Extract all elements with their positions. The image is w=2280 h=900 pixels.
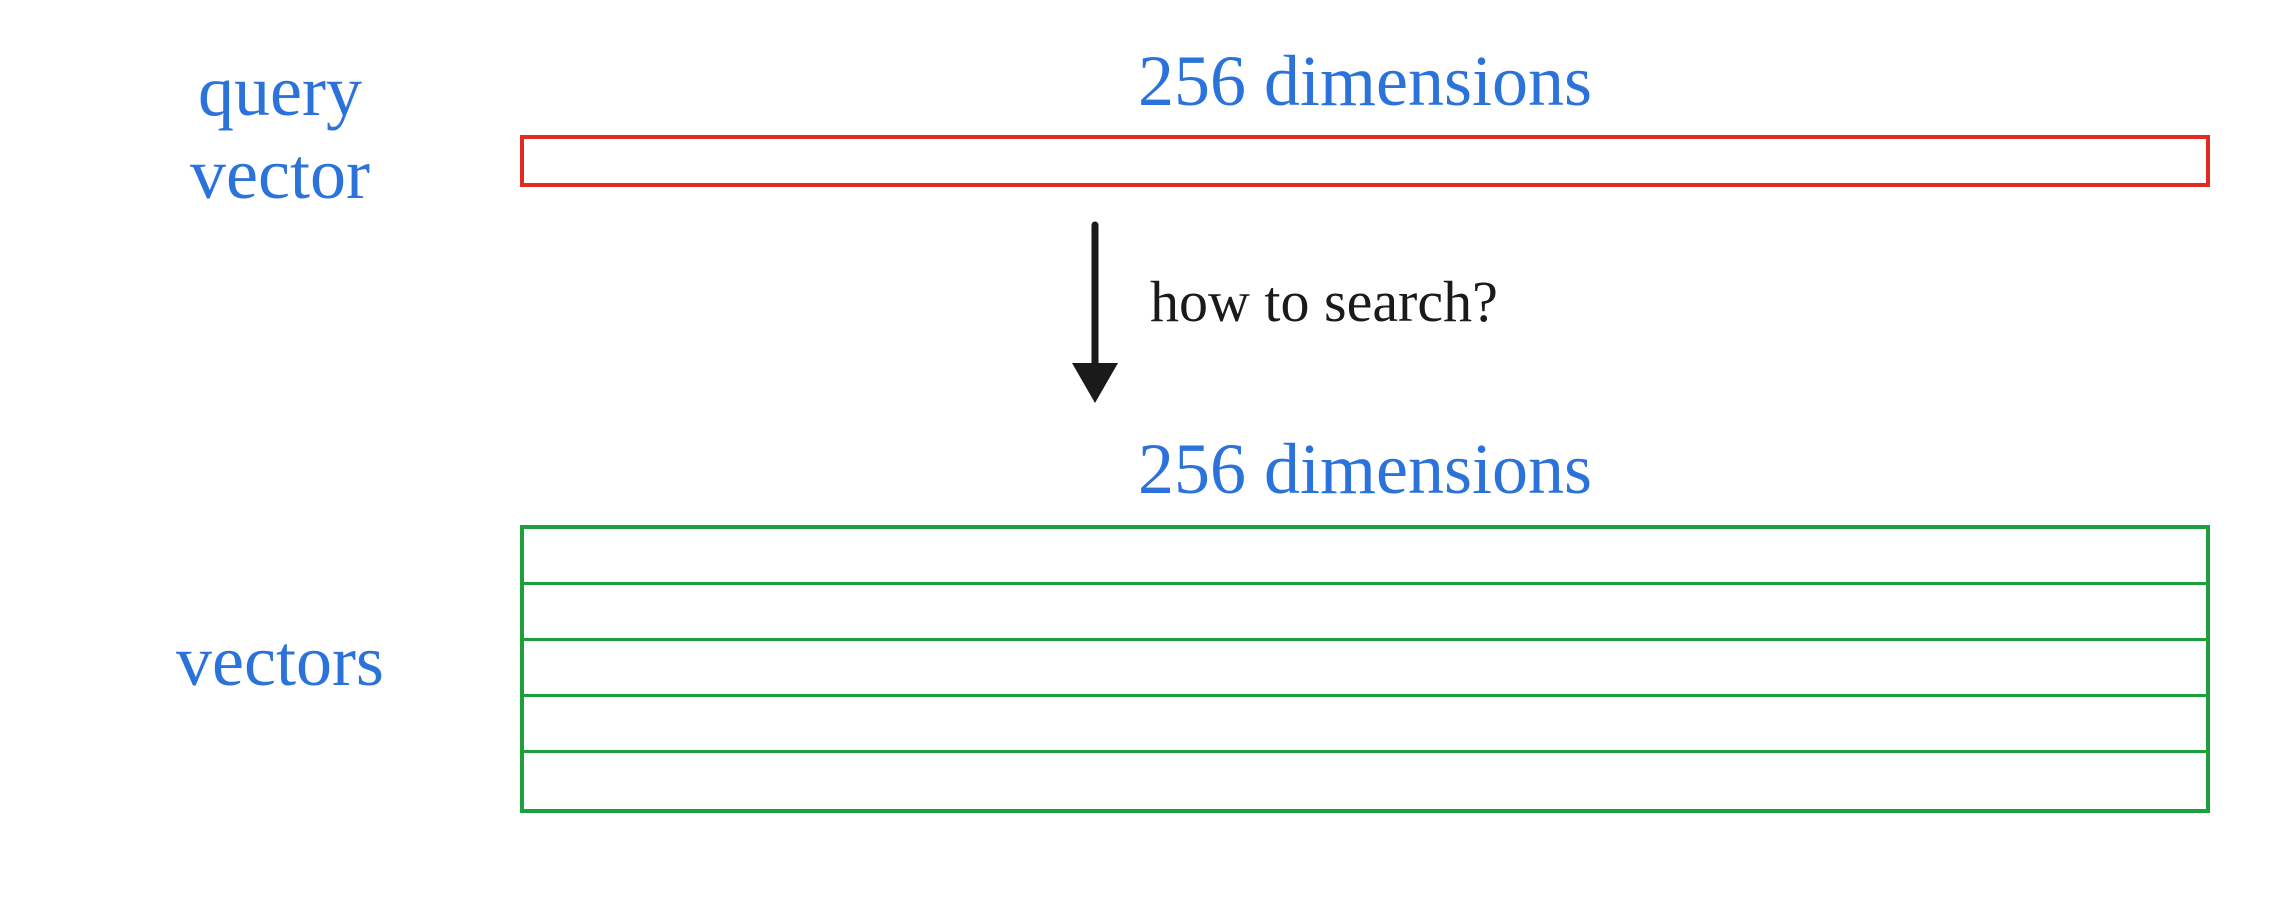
vectors-box bbox=[520, 525, 2210, 813]
vectors-dimensions-label: 256 dimensions bbox=[520, 428, 2210, 511]
search-arrow-icon bbox=[1060, 215, 1130, 405]
vector-row bbox=[524, 529, 2206, 585]
vector-row bbox=[524, 641, 2206, 697]
query-dimensions-label: 256 dimensions bbox=[520, 40, 2210, 123]
vector-row bbox=[524, 585, 2206, 641]
vector-row bbox=[524, 753, 2206, 809]
vector-row bbox=[524, 697, 2206, 753]
query-vector-box bbox=[520, 135, 2210, 187]
search-question-label: how to search? bbox=[1150, 270, 1498, 334]
vectors-label: vectors bbox=[90, 620, 470, 703]
query-vector-label: queryvector bbox=[100, 50, 460, 216]
